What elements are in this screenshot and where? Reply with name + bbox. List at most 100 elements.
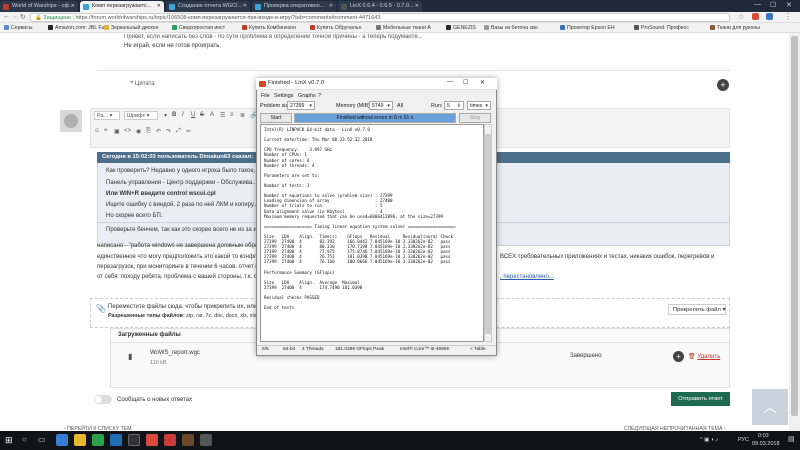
address-input[interactable]: 🔒 Защищено | https://forum.worldofwarshi… <box>30 13 730 22</box>
menu-file[interactable]: File <box>261 93 270 99</box>
linx-taskbar-icon[interactable] <box>164 434 176 446</box>
extension-icon[interactable] <box>766 13 773 20</box>
emoji-icon[interactable]: ☺ <box>94 128 100 134</box>
clock-time[interactable]: 0:03 <box>758 433 769 439</box>
bookmark-item[interactable]: Сервисы <box>4 25 33 31</box>
scroll-to-top-button[interactable]: ︿ <box>752 389 788 425</box>
app-taskbar-icon[interactable] <box>182 434 194 446</box>
tab-linx[interactable]: LinX 0.6.4 - 0.6.5 - 0.7.0... ✕ <box>338 1 422 12</box>
bookmark-item[interactable]: GENEZIS <box>446 25 476 31</box>
close-icon[interactable]: ✕ <box>71 3 75 9</box>
tab-komp-perezagruzhaetsya[interactable]: Комп перезагружаетс... ✕ <box>80 1 164 12</box>
add-reaction-button[interactable]: + <box>717 79 729 91</box>
scrollbar-thumb[interactable] <box>791 36 798 416</box>
forward-icon[interactable]: → <box>11 13 18 20</box>
tab-sozdanie-otcheta[interactable]: Создание отчета WGCI... ✕ <box>166 1 250 12</box>
clock-date[interactable]: 09.03.2018 <box>752 441 780 447</box>
clear-format-icon[interactable]: ✂ <box>186 128 191 135</box>
console-scroll-thumb[interactable] <box>485 134 491 334</box>
bookmark-item[interactable]: Ткани для руконы <box>710 25 760 31</box>
tab-world-of-warships[interactable]: World of Warships - oф... ✕ <box>0 1 78 12</box>
bookmark-item[interactable]: Проектор Epson EH <box>560 25 615 31</box>
close-icon[interactable]: ✕ <box>480 79 485 86</box>
style-select[interactable]: Ра... ▾ <box>94 111 120 120</box>
menu-help[interactable]: ? <box>318 93 321 99</box>
run-unit-select[interactable]: times ▾ <box>467 101 491 110</box>
bookmark-item[interactable]: Мебельные ткани А <box>376 25 431 31</box>
font-select[interactable]: Шрифт ▾ <box>124 111 158 120</box>
maximize-icon[interactable]: ☐ <box>770 1 776 9</box>
bookmark-item[interactable]: ProSound: Професс <box>634 25 689 31</box>
explorer-taskbar-icon[interactable] <box>74 434 86 446</box>
store-taskbar-icon[interactable] <box>92 434 104 446</box>
menu-graphs[interactable]: Graphs <box>298 93 316 99</box>
app-taskbar-icon[interactable] <box>128 434 140 446</box>
ie-taskbar-icon[interactable] <box>56 434 68 446</box>
app-taskbar-icon[interactable] <box>110 434 122 446</box>
list-icon[interactable]: ☰ <box>220 112 225 119</box>
redo-icon[interactable]: ↷ <box>166 128 171 135</box>
star-icon[interactable]: ☆ <box>738 13 744 21</box>
submit-reply-button[interactable]: Отправить ответ <box>671 392 730 406</box>
bookmark-item[interactable]: Купить Комбинезон <box>242 25 296 31</box>
attach-file-button[interactable]: Прикрепить файл ▾ <box>668 304 726 315</box>
close-icon[interactable]: ✕ <box>157 3 161 9</box>
fullscreen-icon[interactable]: ⤢ <box>176 128 181 135</box>
image-icon[interactable]: ▣ <box>114 128 120 135</box>
extension-icon[interactable] <box>752 13 759 20</box>
numbered-list-icon[interactable]: ≡ <box>230 112 234 118</box>
search-icon[interactable]: ○ <box>22 435 27 444</box>
run-count-input[interactable]: 5 ⇕ <box>444 101 464 110</box>
reply-link[interactable]: , перестановлено... <box>500 274 554 280</box>
file-name[interactable]: WoWS_report.wgc <box>150 350 200 356</box>
windows-start-icon[interactable]: ⊞ <box>5 435 13 446</box>
tab-proverka-operativnoy[interactable]: Проверка оперативно... ✕ <box>252 1 336 12</box>
linx-app-icon <box>259 81 266 87</box>
maximize-icon[interactable]: ☐ <box>463 79 468 86</box>
status-table-toggle[interactable]: < Table <box>470 347 486 352</box>
bold-icon[interactable]: B <box>172 112 176 118</box>
chevron-up-icon: ︿ <box>763 399 777 415</box>
close-icon[interactable]: ✕ <box>415 3 419 9</box>
menu-dots-icon[interactable]: ⋮ <box>784 12 792 21</box>
bookmark-item[interactable]: Зеркальный дискон <box>104 25 158 31</box>
bookmark-item[interactable]: Вазы из бетона сво <box>484 25 538 31</box>
delete-file-button[interactable]: 🗑 Удалить <box>688 353 720 360</box>
site-icon <box>710 25 715 31</box>
menu-settings[interactable]: Settings <box>274 93 293 99</box>
code-icon[interactable]: <> <box>124 128 131 134</box>
task-view-icon[interactable]: ▭ <box>38 435 46 444</box>
undo-icon[interactable]: ↶ <box>156 128 161 135</box>
language-indicator[interactable]: РУС <box>738 437 749 443</box>
reload-icon[interactable]: ↻ <box>20 13 26 21</box>
strike-icon[interactable]: S <box>200 112 204 118</box>
italic-icon[interactable]: I <box>182 112 184 118</box>
minimize-icon[interactable]: — <box>447 79 453 85</box>
notifications-icon[interactable]: ▤ <box>788 435 795 443</box>
memory-select[interactable]: 5749 ▾ <box>369 101 393 110</box>
start-button[interactable]: Start <box>260 113 292 123</box>
chrome-taskbar-icon[interactable] <box>146 434 158 446</box>
underline-icon[interactable]: U <box>191 112 195 118</box>
quote-button[interactable]: ❝ Цитата <box>130 80 155 87</box>
bookmark-item[interactable]: Купить Обручальн <box>310 25 361 31</box>
close-window-icon[interactable]: ✕ <box>786 1 792 9</box>
linx-output-console[interactable]: Intel(R) LINPACK 64-bit data - LinX v0.7… <box>260 124 484 342</box>
close-icon[interactable]: ✕ <box>329 3 333 9</box>
align-icon[interactable]: ≣ <box>240 112 245 119</box>
bookmark-item[interactable]: Сверхпростая инст <box>172 25 225 31</box>
problem-size-select[interactable]: 27399 ▾ <box>287 101 315 110</box>
back-icon[interactable]: ← <box>3 13 10 20</box>
source-icon[interactable]: ⎘ <box>146 128 151 135</box>
bookmark-item[interactable]: Amazon.com: JBL Fu <box>48 25 104 31</box>
quote-insert-icon[interactable]: ❝ <box>104 128 107 135</box>
app-taskbar-icon[interactable] <box>200 434 212 446</box>
stop-button[interactable]: Stop <box>459 113 491 123</box>
size-icon[interactable]: ▾ <box>164 112 167 119</box>
minimize-icon[interactable]: — <box>754 1 761 8</box>
insert-file-button[interactable]: + <box>673 351 684 362</box>
close-icon[interactable]: ✕ <box>243 3 247 9</box>
color-icon[interactable]: A <box>210 112 214 118</box>
tray-icons[interactable]: ^ ▣ ◖ ♪ <box>700 437 718 443</box>
spoiler-icon[interactable]: ◉ <box>136 128 141 135</box>
